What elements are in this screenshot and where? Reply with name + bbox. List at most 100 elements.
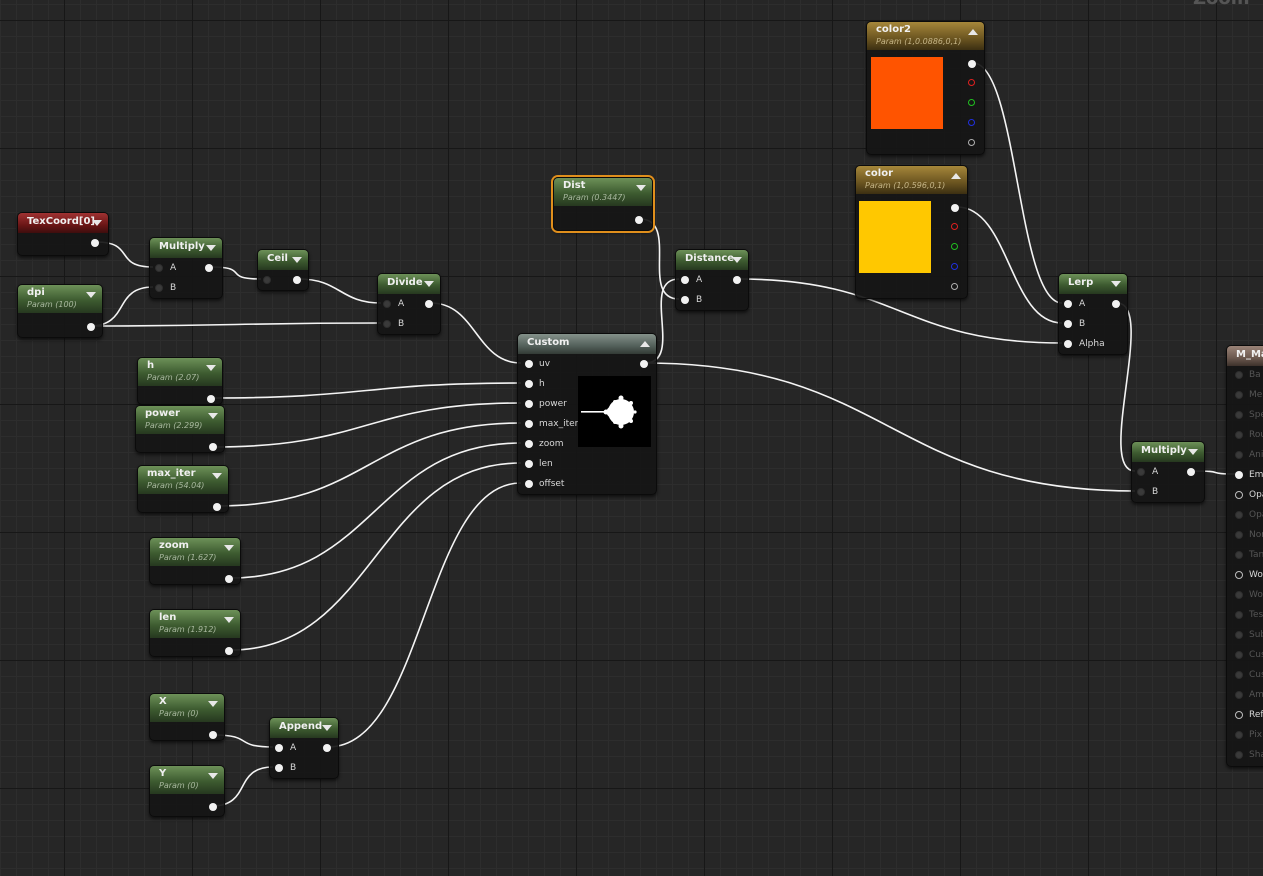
input-pin-h[interactable] — [525, 380, 533, 388]
output-pin-r[interactable] — [951, 223, 958, 230]
vector-param-node-color2[interactable]: color2 Param (1,0.0886,0,1) — [866, 21, 985, 155]
material-input-pin[interactable] — [1235, 691, 1243, 699]
collapse-arrow-icon[interactable] — [212, 473, 222, 479]
collapse-arrow-icon[interactable] — [732, 257, 742, 263]
material-input-pin[interactable] — [1235, 631, 1243, 639]
output-pin[interactable] — [225, 575, 233, 583]
output-pin[interactable] — [205, 264, 213, 272]
output-pin[interactable] — [207, 395, 215, 403]
output-pin[interactable] — [1187, 468, 1195, 476]
multiply-node[interactable]: Multiply A B — [1131, 441, 1205, 503]
material-input-pin[interactable] — [1235, 571, 1243, 579]
param-node-dist[interactable]: Dist Param (0.3447) — [553, 177, 653, 231]
material-input-pin[interactable] — [1235, 391, 1243, 399]
input-pin-a[interactable] — [155, 264, 163, 272]
output-pin-rgb[interactable] — [968, 60, 976, 68]
lerp-node[interactable]: Lerp A B Alpha — [1058, 273, 1128, 355]
node-header[interactable]: Append — [270, 718, 338, 738]
multiply-node[interactable]: Multiply A B — [149, 237, 223, 299]
param-node-x[interactable]: X Param (0) — [149, 693, 225, 741]
collapse-arrow-icon[interactable] — [206, 365, 216, 371]
input-pin-a[interactable] — [275, 744, 283, 752]
node-header[interactable]: h Param (2.07) — [138, 358, 222, 386]
material-input-pin[interactable] — [1235, 751, 1243, 759]
node-header[interactable]: Dist Param (0.3447) — [554, 178, 652, 206]
collapse-arrow-icon[interactable] — [1111, 281, 1121, 287]
output-pin[interactable] — [209, 443, 217, 451]
divide-node[interactable]: Divide A B — [377, 273, 441, 335]
input-pin-a[interactable] — [1064, 300, 1072, 308]
collapse-arrow-icon[interactable] — [1188, 449, 1198, 455]
param-node-dpi[interactable]: dpi Param (100) — [17, 284, 103, 338]
collapse-arrow-icon[interactable] — [208, 413, 218, 419]
node-header[interactable]: Custom — [518, 334, 656, 354]
collapse-arrow-icon[interactable] — [292, 257, 302, 263]
distance-node[interactable]: Distance A B — [675, 249, 749, 311]
output-pin-r[interactable] — [968, 79, 975, 86]
input-pin-a[interactable] — [1137, 468, 1145, 476]
material-input-pin[interactable] — [1235, 731, 1243, 739]
output-pin[interactable] — [425, 300, 433, 308]
node-header[interactable]: dpi Param (100) — [18, 285, 102, 313]
material-input-pin[interactable] — [1235, 551, 1243, 559]
output-pin[interactable] — [209, 803, 217, 811]
output-pin[interactable] — [225, 647, 233, 655]
material-input-pin[interactable] — [1235, 531, 1243, 539]
node-header[interactable]: Divide — [378, 274, 440, 294]
input-pin-a[interactable] — [681, 276, 689, 284]
material-result-node[interactable]: M_Ma Ba Me Spe Rou Ani Emi Opa Opa Nor Tan Wo Wo Tes… — [1226, 345, 1263, 767]
ceil-node[interactable]: Ceil — [257, 249, 309, 291]
output-pin-a[interactable] — [968, 139, 975, 146]
node-header[interactable]: X Param (0) — [150, 694, 224, 722]
output-pin-b[interactable] — [968, 119, 975, 126]
material-input-pin[interactable] — [1235, 671, 1243, 679]
input-pin-power[interactable] — [525, 400, 533, 408]
input-pin[interactable] — [263, 276, 271, 284]
material-input-pin[interactable] — [1235, 511, 1243, 519]
node-header[interactable]: color Param (1,0.596,0,1) — [856, 166, 967, 194]
output-pin[interactable] — [635, 216, 643, 224]
material-input-pin[interactable] — [1235, 651, 1243, 659]
output-pin[interactable] — [213, 503, 221, 511]
material-input-pin[interactable] — [1235, 591, 1243, 599]
collapse-arrow-icon[interactable] — [951, 173, 961, 179]
texcoord-node[interactable]: TexCoord[0] — [17, 212, 109, 256]
material-input-pin[interactable] — [1235, 711, 1243, 719]
material-input-pin[interactable] — [1235, 411, 1243, 419]
collapse-arrow-icon[interactable] — [92, 220, 102, 226]
input-pin-alpha[interactable] — [1064, 340, 1072, 348]
output-pin[interactable] — [87, 323, 95, 331]
param-node-len[interactable]: len Param (1.912) — [149, 609, 241, 657]
node-header[interactable]: Lerp — [1059, 274, 1127, 294]
output-pin[interactable] — [293, 276, 301, 284]
param-node-h[interactable]: h Param (2.07) — [137, 357, 223, 405]
node-header[interactable]: zoom Param (1.627) — [150, 538, 240, 566]
input-pin-b[interactable] — [1137, 488, 1145, 496]
input-pin-offset[interactable] — [525, 480, 533, 488]
node-header[interactable]: Multiply — [150, 238, 222, 258]
node-header[interactable]: Ceil — [258, 250, 308, 270]
output-pin[interactable] — [91, 239, 99, 247]
input-pin-len[interactable] — [525, 460, 533, 468]
material-input-pin[interactable] — [1235, 371, 1243, 379]
output-pin[interactable] — [640, 360, 648, 368]
output-pin[interactable] — [323, 744, 331, 752]
node-header[interactable]: Multiply — [1132, 442, 1204, 462]
collapse-arrow-icon[interactable] — [224, 617, 234, 623]
append-node[interactable]: Append A B — [269, 717, 339, 779]
collapse-arrow-icon[interactable] — [206, 245, 216, 251]
collapse-arrow-icon[interactable] — [640, 341, 650, 347]
node-header[interactable]: color2 Param (1,0.0886,0,1) — [867, 22, 984, 50]
output-pin-rgb[interactable] — [951, 204, 959, 212]
input-pin-b[interactable] — [383, 320, 391, 328]
output-pin-a[interactable] — [951, 283, 958, 290]
param-node-zoom[interactable]: zoom Param (1.627) — [149, 537, 241, 585]
input-pin-b[interactable] — [1064, 320, 1072, 328]
material-input-pin[interactable] — [1235, 471, 1243, 479]
node-header[interactable]: power Param (2.299) — [136, 406, 224, 434]
output-pin-g[interactable] — [968, 99, 975, 106]
collapse-arrow-icon[interactable] — [224, 545, 234, 551]
input-pin-uv[interactable] — [525, 360, 533, 368]
param-node-max-iter[interactable]: max_iter Param (54.04) — [137, 465, 229, 513]
input-pin-b[interactable] — [681, 296, 689, 304]
